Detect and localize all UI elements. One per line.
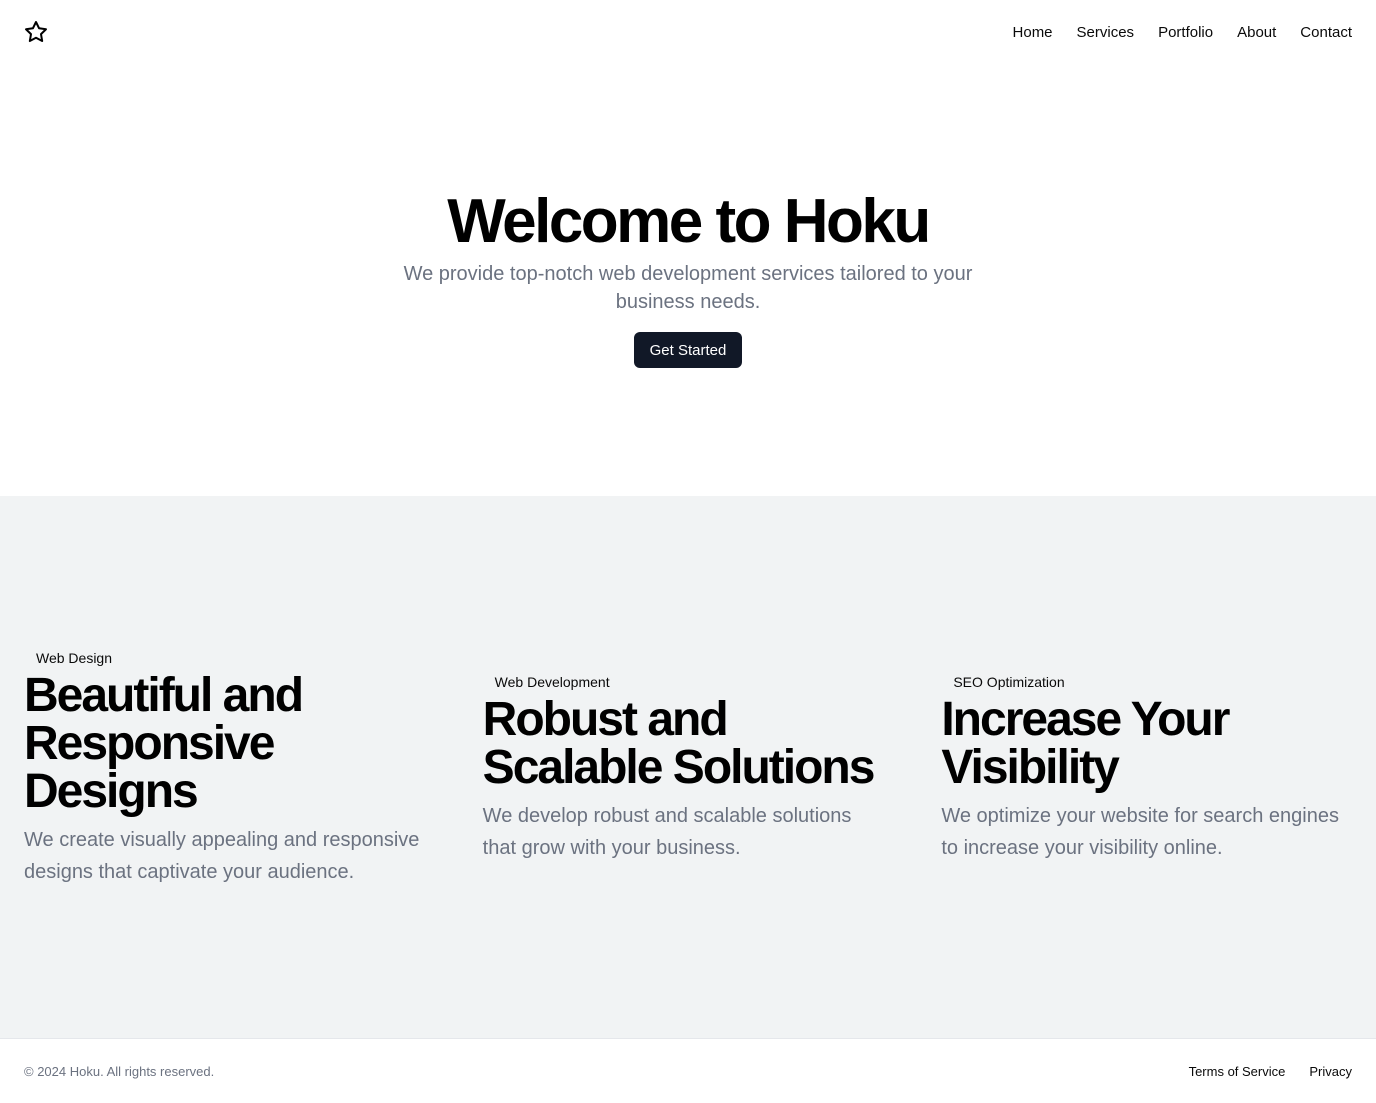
feature-tag: Web Design <box>24 645 125 670</box>
feature-title: Robust and Scalable Solutions <box>482 692 876 794</box>
feature-description: We optimize your website for search engi… <box>941 804 1339 860</box>
footer-links: Terms of Service Privacy <box>1189 1064 1352 1079</box>
privacy-link[interactable]: Privacy <box>1309 1064 1352 1079</box>
feature-card-seo: SEO Optimization Increase Your Visibilit… <box>941 669 1352 865</box>
nav-portfolio[interactable]: Portfolio <box>1158 24 1213 41</box>
hero-subtitle: We provide top-notch web development ser… <box>403 263 973 313</box>
terms-link[interactable]: Terms of Service <box>1189 1064 1286 1079</box>
nav-about[interactable]: About <box>1237 24 1276 41</box>
feature-title: Beautiful and Responsive Designs <box>24 668 304 818</box>
hero-section: Welcome to Hoku We provide top-notch web… <box>0 64 1376 496</box>
feature-title: Increase Your Visibility <box>941 692 1230 794</box>
feature-card-web-development: Web Development Robust and Scalable Solu… <box>482 669 894 865</box>
get-started-button[interactable]: Get Started <box>633 332 743 368</box>
main-nav: Home Services Portfolio About Contact <box>1013 24 1352 41</box>
copyright-text: © 2024 Hoku. All rights reserved. <box>24 1063 215 1079</box>
feature-description: We create visually appealing and respons… <box>24 828 420 884</box>
feature-tag: Web Development <box>482 669 622 694</box>
site-footer: © 2024 Hoku. All rights reserved. Terms … <box>0 1038 1376 1103</box>
nav-contact[interactable]: Contact <box>1300 24 1352 41</box>
nav-services[interactable]: Services <box>1077 24 1135 41</box>
feature-description: We develop robust and scalable solutions… <box>482 804 852 860</box>
site-header: Home Services Portfolio About Contact <box>0 0 1376 64</box>
star-icon[interactable] <box>24 20 48 44</box>
feature-card-web-design: Web Design Beautiful and Responsive Desi… <box>24 645 435 889</box>
features-section: Web Design Beautiful and Responsive Desi… <box>0 496 1376 1038</box>
feature-tag: SEO Optimization <box>941 669 1077 694</box>
nav-home[interactable]: Home <box>1013 24 1053 41</box>
hero-title: Welcome to Hoku <box>447 187 931 256</box>
